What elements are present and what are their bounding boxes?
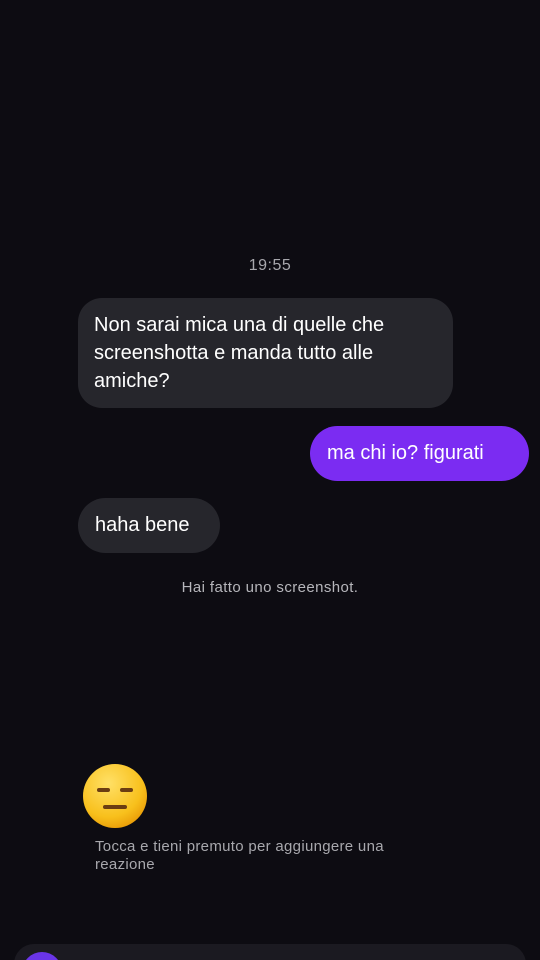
sent-message-bubble[interactable]: ma chi io? figurati <box>310 426 529 481</box>
status-bar-fragment <box>12 0 192 3</box>
reaction-hint: Tocca e tieni premuto per aggiungere una… <box>95 838 384 873</box>
message-composer[interactable] <box>14 944 526 960</box>
received-message-bubble[interactable]: haha bene <box>78 498 220 553</box>
screenshot-notice: Hai fatto uno screenshot. <box>181 579 359 596</box>
expressionless-face-icon[interactable] <box>82 763 148 829</box>
chat-screen: 19:55 Non sarai mica una di quelle che s… <box>0 0 540 960</box>
received-message-bubble[interactable]: Non sarai mica una di quelle che screens… <box>78 298 453 408</box>
message-timestamp: 19:55 <box>248 257 292 274</box>
